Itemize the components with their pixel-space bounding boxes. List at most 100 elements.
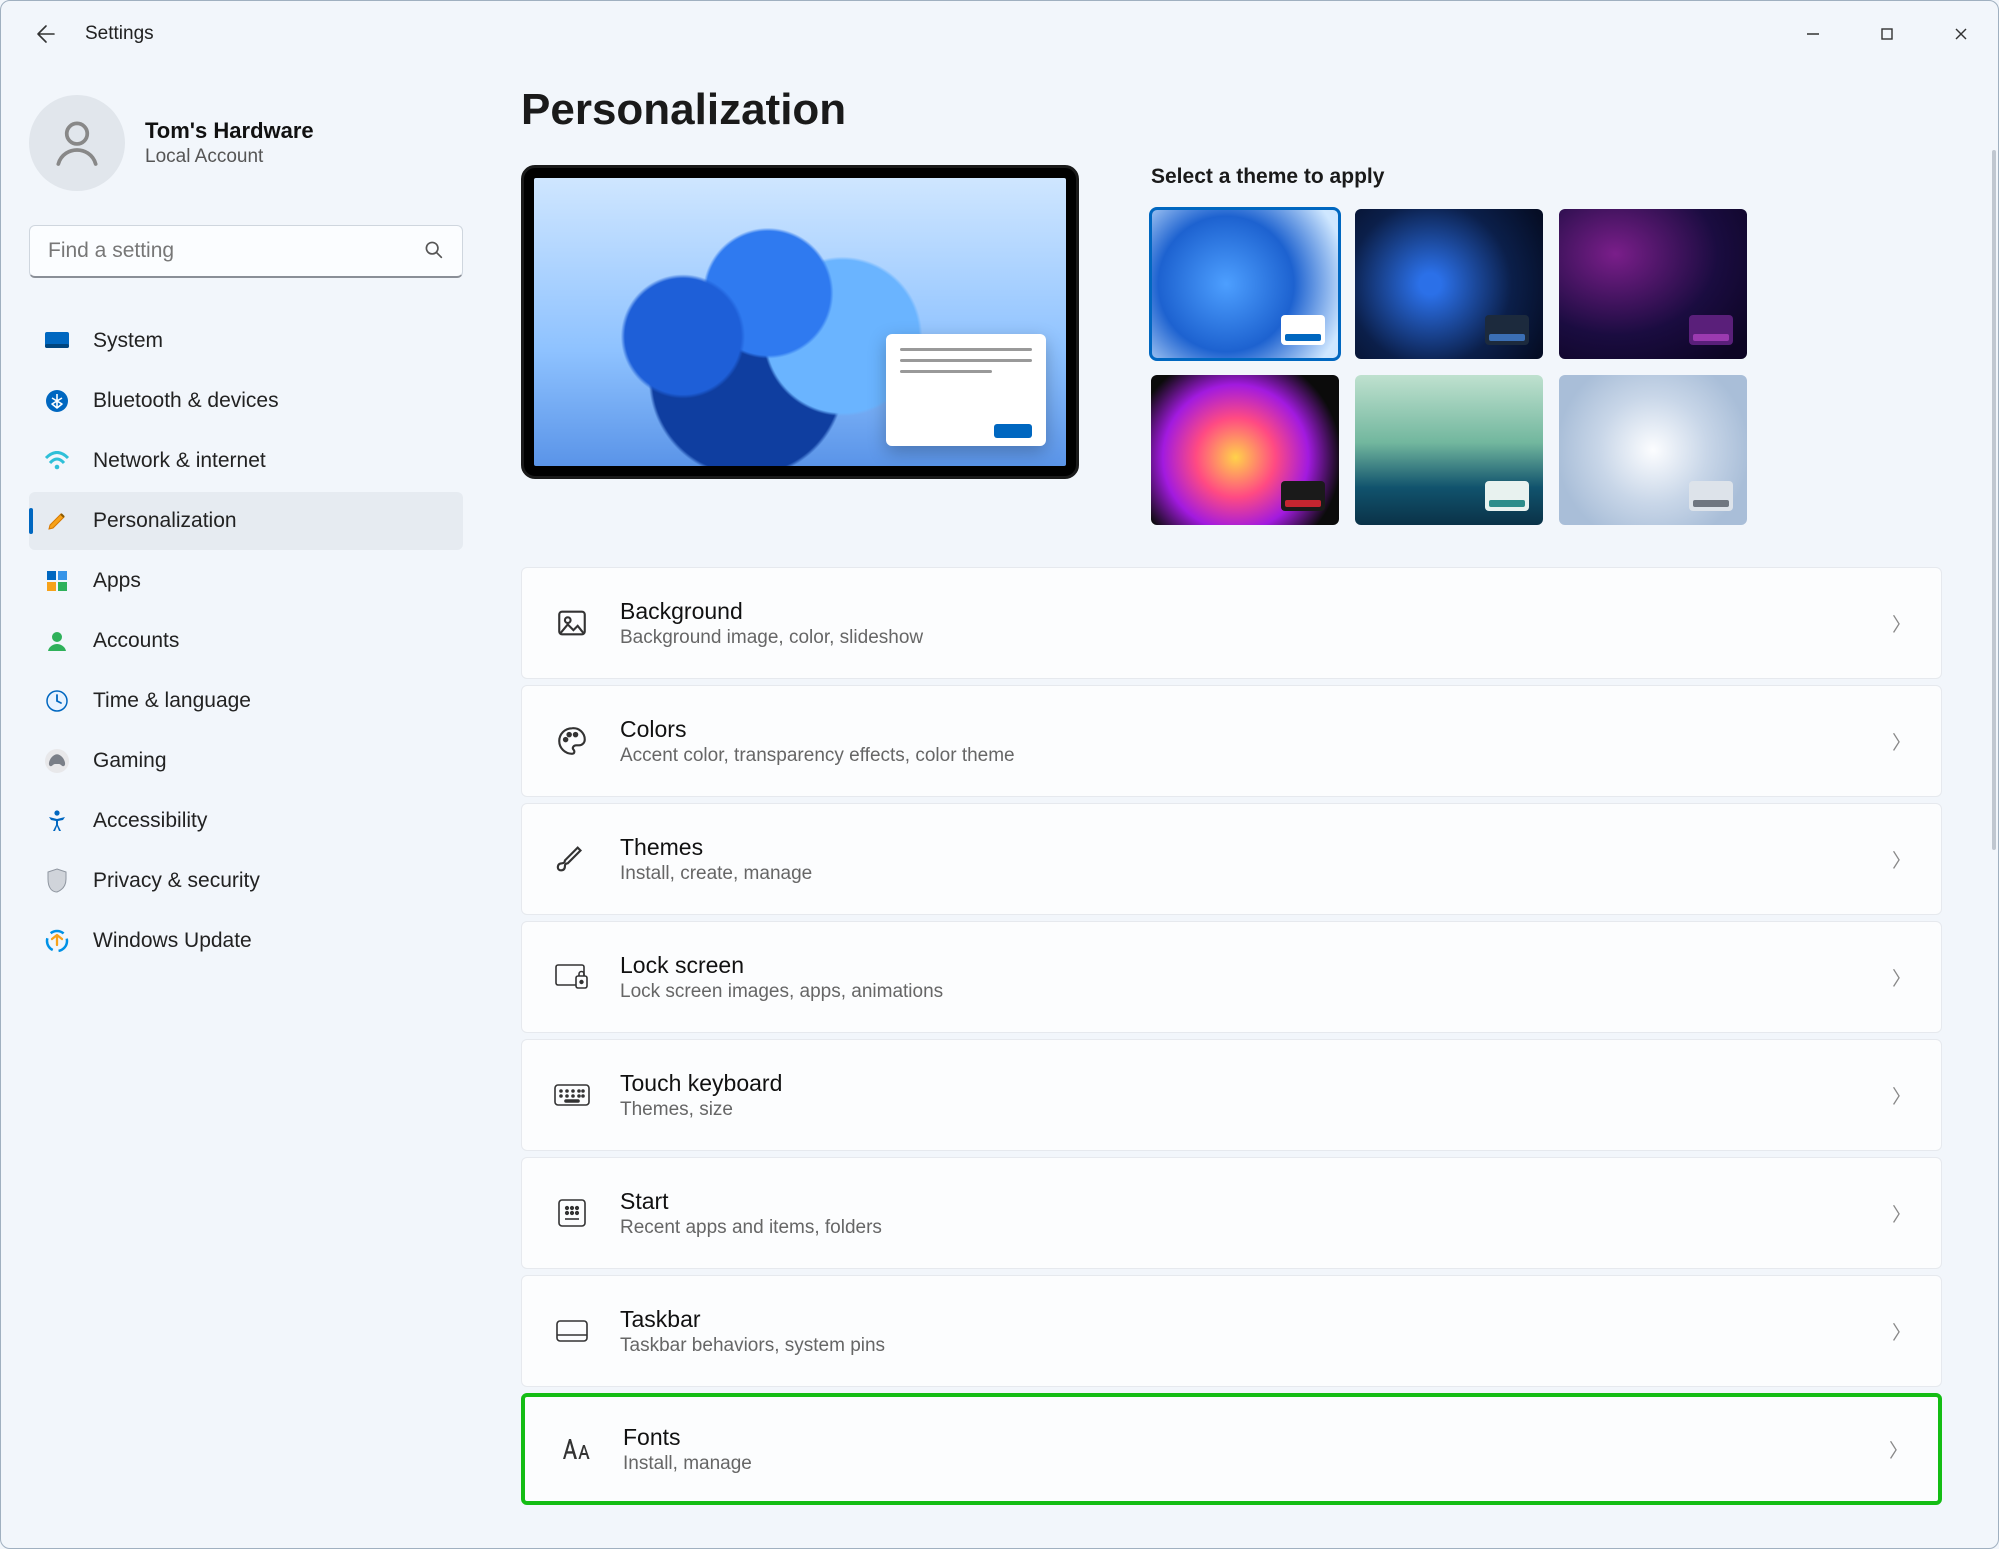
search-icon [423, 239, 445, 261]
row-subtitle: Install, create, manage [620, 863, 1892, 885]
sidebar-item-label: Accessibility [93, 809, 207, 833]
sidebar-item-label: Privacy & security [93, 869, 260, 893]
chevron-right-icon: 〉 [1892, 1318, 1911, 1345]
chevron-right-icon: 〉 [1889, 1436, 1908, 1463]
row-subtitle: Install, manage [623, 1453, 1889, 1475]
sidebar-item-label: Personalization [93, 509, 237, 533]
row-title: Themes [620, 834, 1892, 861]
scrollbar[interactable] [1992, 150, 1996, 850]
sidebar-item-network[interactable]: Network & internet [29, 432, 463, 490]
chevron-right-icon: 〉 [1892, 610, 1911, 637]
row-subtitle: Recent apps and items, folders [620, 1217, 1892, 1239]
settings-row-themes[interactable]: Themes Install, create, manage 〉 [521, 803, 1942, 915]
accounts-icon [43, 627, 71, 655]
sidebar-item-label: Apps [93, 569, 141, 593]
sidebar-item-system[interactable]: System [29, 312, 463, 370]
user-account-button[interactable]: Tom's Hardware Local Account [29, 95, 463, 191]
theme-grid [1151, 209, 1942, 525]
back-button[interactable] [31, 21, 57, 47]
theme-option-dark[interactable] [1355, 209, 1543, 359]
settings-row-lock-screen[interactable]: Lock screen Lock screen images, apps, an… [521, 921, 1942, 1033]
sidebar-item-gaming[interactable]: Gaming [29, 732, 463, 790]
row-title: Colors [620, 716, 1892, 743]
maximize-button[interactable] [1850, 3, 1924, 65]
sidebar-item-bluetooth[interactable]: Bluetooth & devices [29, 372, 463, 430]
settings-window: Settings Tom's Hardware Local Account [0, 0, 1999, 1549]
sidebar-item-personalization[interactable]: Personalization [29, 492, 463, 550]
minimize-button[interactable] [1776, 3, 1850, 65]
row-title: Lock screen [620, 952, 1892, 979]
settings-row-taskbar[interactable]: Taskbar Taskbar behaviors, system pins 〉 [521, 1275, 1942, 1387]
theme-option-sunrise[interactable] [1355, 375, 1543, 525]
row-title: Start [620, 1188, 1892, 1215]
row-subtitle: Background image, color, slideshow [620, 627, 1892, 649]
avatar [29, 95, 125, 191]
palette-icon [552, 721, 592, 761]
fonts-icon [555, 1429, 595, 1469]
user-subtitle: Local Account [145, 146, 314, 168]
sidebar-item-label: Network & internet [93, 449, 266, 473]
bluetooth-icon [43, 387, 71, 415]
chevron-right-icon: 〉 [1892, 1200, 1911, 1227]
accessibility-icon [43, 807, 71, 835]
user-name: Tom's Hardware [145, 118, 314, 144]
sidebar-item-label: System [93, 329, 163, 353]
maximize-icon [1879, 26, 1895, 42]
theme-option-glow[interactable] [1559, 209, 1747, 359]
brush-icon [552, 839, 592, 879]
chevron-right-icon: 〉 [1892, 964, 1911, 991]
sidebar-item-apps[interactable]: Apps [29, 552, 463, 610]
titlebar: Settings [1, 1, 1998, 67]
row-title: Touch keyboard [620, 1070, 1892, 1097]
paintbrush-icon [43, 507, 71, 535]
clock-globe-icon [43, 687, 71, 715]
keyboard-icon [552, 1075, 592, 1115]
settings-row-start[interactable]: Start Recent apps and items, folders 〉 [521, 1157, 1942, 1269]
apps-icon [43, 567, 71, 595]
search-container [29, 225, 463, 278]
taskbar-icon [552, 1311, 592, 1351]
main-content: Personalization Select a theme to app [491, 67, 1998, 1548]
close-button[interactable] [1924, 3, 1998, 65]
sidebar-item-label: Windows Update [93, 929, 252, 953]
page-title: Personalization [521, 85, 1942, 135]
close-icon [1953, 26, 1969, 42]
gaming-icon [43, 747, 71, 775]
start-icon [552, 1193, 592, 1233]
sidebar-nav: System Bluetooth & devices Network & int… [29, 312, 463, 970]
arrow-left-icon [32, 22, 56, 46]
row-title: Fonts [623, 1424, 1889, 1451]
chevron-right-icon: 〉 [1892, 728, 1911, 755]
settings-row-background[interactable]: Background Background image, color, slid… [521, 567, 1942, 679]
theme-option-light[interactable] [1151, 209, 1339, 359]
row-title: Taskbar [620, 1306, 1892, 1333]
theme-option-captured-motion[interactable] [1151, 375, 1339, 525]
sidebar-item-privacy[interactable]: Privacy & security [29, 852, 463, 910]
sidebar-item-windows-update[interactable]: Windows Update [29, 912, 463, 970]
chevron-right-icon: 〉 [1892, 846, 1911, 873]
desktop-preview[interactable] [521, 165, 1079, 479]
window-title: Settings [85, 23, 154, 45]
sidebar-item-label: Gaming [93, 749, 167, 773]
sidebar-item-accounts[interactable]: Accounts [29, 612, 463, 670]
lock-screen-icon [552, 957, 592, 997]
window-mockup [886, 334, 1046, 446]
row-title: Background [620, 598, 1892, 625]
sidebar: Tom's Hardware Local Account System Blue… [1, 67, 491, 1548]
row-subtitle: Accent color, transparency effects, colo… [620, 745, 1892, 767]
search-input[interactable] [29, 225, 463, 278]
sidebar-item-label: Bluetooth & devices [93, 389, 279, 413]
row-subtitle: Taskbar behaviors, system pins [620, 1335, 1892, 1357]
theme-option-flow[interactable] [1559, 375, 1747, 525]
row-subtitle: Themes, size [620, 1099, 1892, 1121]
settings-row-colors[interactable]: Colors Accent color, transparency effect… [521, 685, 1942, 797]
person-icon [49, 115, 105, 171]
update-icon [43, 927, 71, 955]
wifi-icon [43, 447, 71, 475]
settings-row-touch-keyboard[interactable]: Touch keyboard Themes, size 〉 [521, 1039, 1942, 1151]
shield-icon [43, 867, 71, 895]
display-icon [43, 327, 71, 355]
sidebar-item-accessibility[interactable]: Accessibility [29, 792, 463, 850]
sidebar-item-time-language[interactable]: Time & language [29, 672, 463, 730]
settings-row-fonts[interactable]: Fonts Install, manage 〉 [521, 1393, 1942, 1505]
